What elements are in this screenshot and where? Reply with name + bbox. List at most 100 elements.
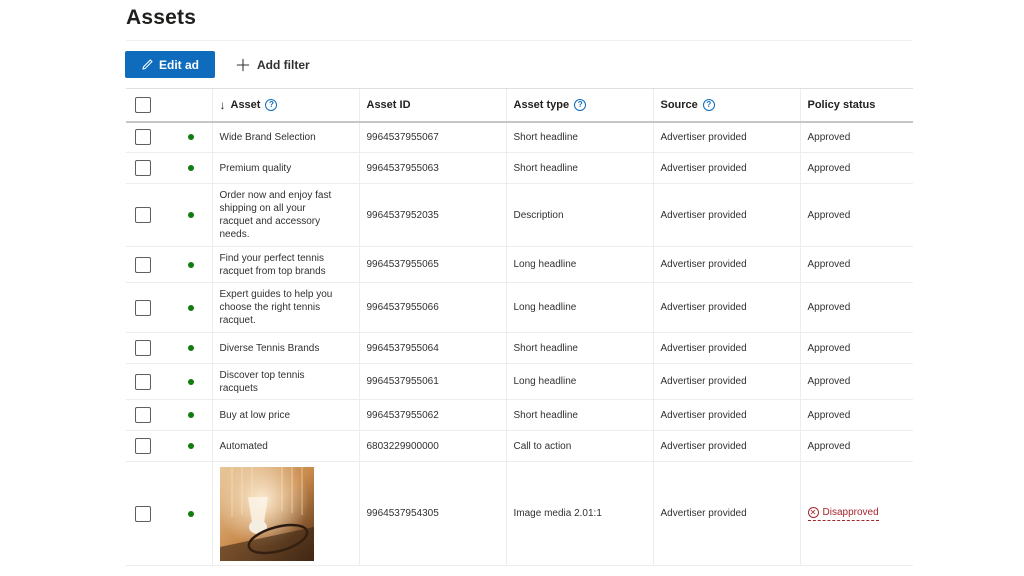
row-checkbox[interactable] [135, 160, 151, 176]
add-filter-button[interactable]: Add filter [236, 58, 310, 72]
asset-id-cell: 9964537952035 [358, 183, 506, 247]
asset-text: Expert guides to help you choose the rig… [219, 289, 333, 326]
table-row: Automated 6803229900000 Call to action A… [126, 430, 913, 462]
table-row: Diverse Tennis Brands 9964537955064 Shor… [126, 332, 913, 364]
policy-status-cell: Approved [799, 246, 913, 283]
policy-status-cell: Approved [799, 430, 913, 462]
asset-id-cell: 9964537955064 [358, 332, 506, 364]
asset-id-cell: 9964537955062 [358, 399, 506, 431]
asset-type-cell: Description [505, 183, 653, 247]
status-dot [188, 304, 194, 311]
header-select-cell [126, 88, 166, 123]
asset-type-cell: Short headline [505, 121, 653, 153]
asset-id-cell: 9964537955063 [358, 152, 506, 184]
column-label-policy-status: Policy status [807, 98, 876, 111]
table-row: Wide Brand Selection 9964537955067 Short… [126, 121, 913, 153]
asset-type-cell: Call to action [505, 430, 653, 462]
x-circle-icon: ✕ [807, 507, 819, 519]
asset-type-cell: Long headline [505, 246, 653, 283]
row-checkbox[interactable] [135, 340, 151, 356]
page-title: Assets [126, 6, 197, 29]
asset-text: Wide Brand Selection [219, 131, 316, 143]
source-cell: Advertiser provided [652, 332, 800, 364]
asset-id-cell: 9964537955061 [358, 363, 506, 400]
asset-text: Premium quality [219, 162, 292, 174]
source-cell: Advertiser provided [652, 461, 800, 566]
disapproved-status-link[interactable]: ✕ Disapproved [807, 506, 879, 522]
assets-table: ↓ Asset ? Asset ID Asset type ? Source ? [126, 88, 913, 566]
column-header-asset-type[interactable]: Asset type ? [505, 88, 653, 123]
asset-text: Discover top tennis racquets [219, 369, 305, 394]
row-checkbox[interactable] [135, 505, 151, 522]
asset-id-cell: 9964537954305 [358, 461, 506, 566]
asset-text: Buy at low price [219, 409, 291, 421]
source-cell: Advertiser provided [652, 121, 800, 153]
asset-type-cell: Short headline [505, 152, 653, 184]
add-filter-label: Add filter [257, 57, 310, 72]
column-header-policy-status[interactable]: Policy status [799, 88, 913, 123]
column-header-asset[interactable]: ↓ Asset ? [211, 88, 359, 123]
status-dot [188, 412, 194, 418]
source-cell: Advertiser provided [652, 282, 800, 333]
asset-text: Automated [219, 440, 268, 452]
asset-id-cell: 9964537955065 [358, 246, 506, 283]
help-circle-icon[interactable]: ? [702, 98, 715, 111]
row-checkbox[interactable] [135, 438, 151, 454]
plus-icon [236, 58, 250, 71]
asset-id-cell: 6803229900000 [358, 430, 506, 462]
asset-id-cell: 9964537955066 [358, 282, 506, 333]
source-cell: Advertiser provided [652, 430, 800, 462]
row-checkbox[interactable] [135, 299, 151, 316]
asset-type-cell: Long headline [505, 282, 653, 333]
status-dot [188, 378, 194, 385]
status-dot [188, 261, 194, 268]
status-dot [188, 134, 194, 141]
source-cell: Advertiser provided [652, 399, 800, 431]
asset-text: Diverse Tennis Brands [219, 342, 320, 354]
asset-image-thumbnail[interactable] [219, 466, 314, 561]
policy-status-label: Disapproved [822, 507, 879, 519]
row-checkbox[interactable] [135, 207, 151, 223]
source-cell: Advertiser provided [652, 152, 800, 184]
table-row: Expert guides to help you choose the rig… [126, 282, 913, 333]
policy-status-cell: Approved [799, 121, 913, 153]
column-label-asset-id: Asset ID [366, 98, 411, 111]
column-label-source: Source [660, 98, 698, 111]
table-header-row: ↓ Asset ? Asset ID Asset type ? Source ? [126, 88, 913, 123]
asset-type-cell: Long headline [505, 363, 653, 400]
policy-status-cell: Approved [799, 183, 913, 247]
status-dot [188, 345, 194, 351]
header-status-cell [166, 88, 212, 123]
table-row: Order now and enjoy fast shipping on all… [126, 183, 913, 247]
row-checkbox[interactable] [135, 373, 151, 390]
column-label-asset-type: Asset type [513, 98, 570, 111]
arrow-down-icon: ↓ [219, 97, 226, 112]
source-cell: Advertiser provided [652, 183, 800, 247]
status-dot [188, 212, 194, 218]
column-label-asset: Asset [230, 98, 261, 111]
pencil-icon [142, 59, 153, 70]
column-header-source[interactable]: Source ? [652, 88, 800, 123]
asset-type-cell: Short headline [505, 332, 653, 364]
row-checkbox[interactable] [135, 129, 151, 146]
policy-status-cell: Approved [799, 399, 913, 431]
help-circle-icon[interactable]: ? [574, 98, 587, 111]
row-checkbox[interactable] [135, 256, 151, 273]
edit-ad-label: Edit ad [158, 57, 199, 72]
policy-status-cell: Approved [799, 332, 913, 364]
column-header-asset-id[interactable]: Asset ID [358, 88, 506, 123]
table-row: Find your perfect tennis racquet from to… [126, 246, 913, 283]
source-cell: Advertiser provided [652, 246, 800, 283]
table-row: 9964537954305 Image media 2.01:1 Adverti… [126, 461, 913, 566]
asset-text: Order now and enjoy fast shipping on all… [219, 190, 332, 240]
source-cell: Advertiser provided [652, 363, 800, 400]
row-checkbox[interactable] [135, 407, 151, 423]
help-circle-icon[interactable]: ? [265, 98, 278, 111]
edit-ad-button[interactable]: Edit ad [125, 51, 215, 78]
toolbar: Edit ad Add filter [125, 51, 310, 78]
table-row: Premium quality 9964537955063 Short head… [126, 152, 913, 184]
select-all-checkbox[interactable] [135, 96, 151, 113]
status-dot [188, 165, 194, 171]
asset-type-cell: Short headline [505, 399, 653, 431]
asset-id-cell: 9964537955067 [358, 121, 506, 153]
